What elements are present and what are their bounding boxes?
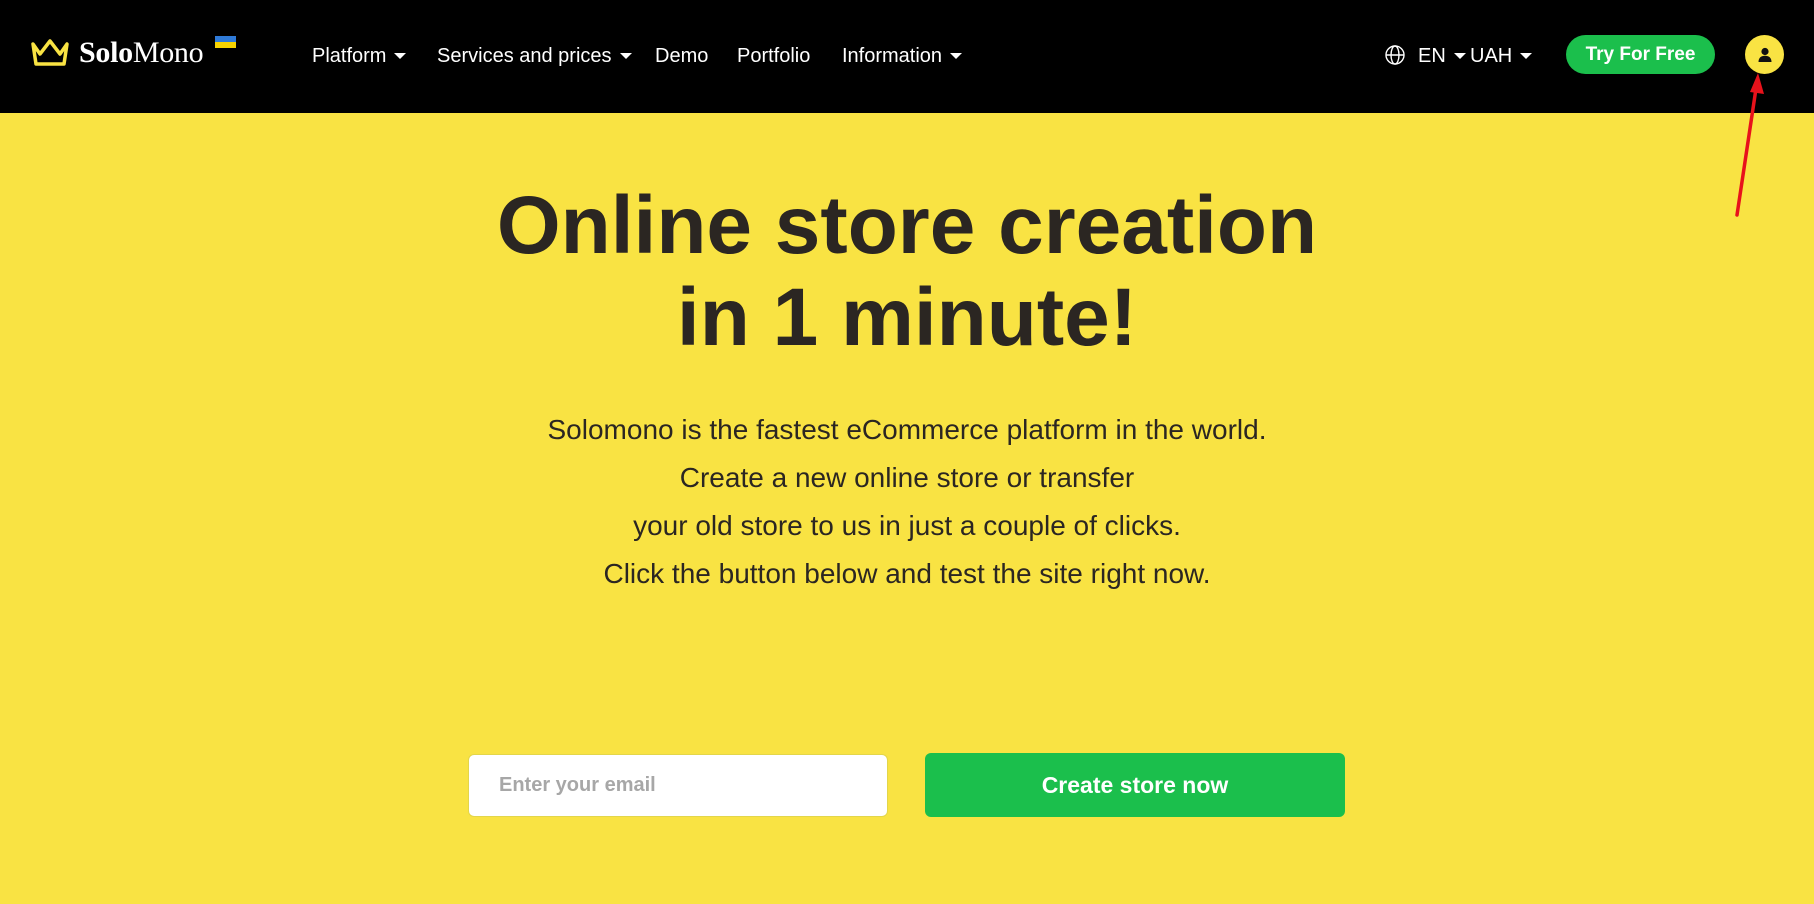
hero-title: Online store creation in 1 minute! (496, 180, 1318, 363)
crown-icon (31, 39, 69, 66)
site-header: SoloMono Platform Services and prices De… (0, 0, 1814, 113)
hero-description: Solomono is the fastest eCommerce platfo… (0, 406, 1814, 598)
hero-description-line: your old store to us in just a couple of… (633, 510, 1181, 541)
hero-description-line: Create a new online store or transfer (679, 462, 1135, 493)
user-icon (1758, 47, 1771, 62)
nav-item-information[interactable]: Information (842, 42, 963, 70)
nav-item-platform[interactable]: Platform (312, 42, 407, 70)
ukraine-flag-icon (215, 36, 236, 48)
language-selector[interactable]: EN (1418, 42, 1466, 70)
brand-name: SoloMono (79, 36, 204, 69)
email-input[interactable] (468, 754, 888, 817)
caret-down-icon (1520, 53, 1533, 59)
nav-item-demo[interactable]: Demo (655, 42, 708, 70)
try-for-free-button[interactable]: Try For Free (1566, 35, 1715, 74)
hero-description-line: Solomono is the fastest eCommerce platfo… (547, 414, 1267, 445)
nav-item-services-and-prices[interactable]: Services and prices (437, 42, 632, 70)
caret-down-icon (950, 53, 963, 59)
create-store-button[interactable]: Create store now (925, 753, 1345, 817)
hero-description-line: Click the button below and test the site… (603, 558, 1211, 589)
caret-down-icon (1453, 53, 1466, 59)
nav-item-portfolio[interactable]: Portfolio (737, 42, 810, 70)
caret-down-icon (394, 53, 407, 59)
brand-logo[interactable]: SoloMono (30, 36, 204, 70)
caret-down-icon (619, 53, 632, 59)
currency-selector[interactable]: UAH (1470, 42, 1533, 70)
account-button[interactable] (1745, 35, 1784, 74)
globe-icon (1385, 45, 1405, 65)
